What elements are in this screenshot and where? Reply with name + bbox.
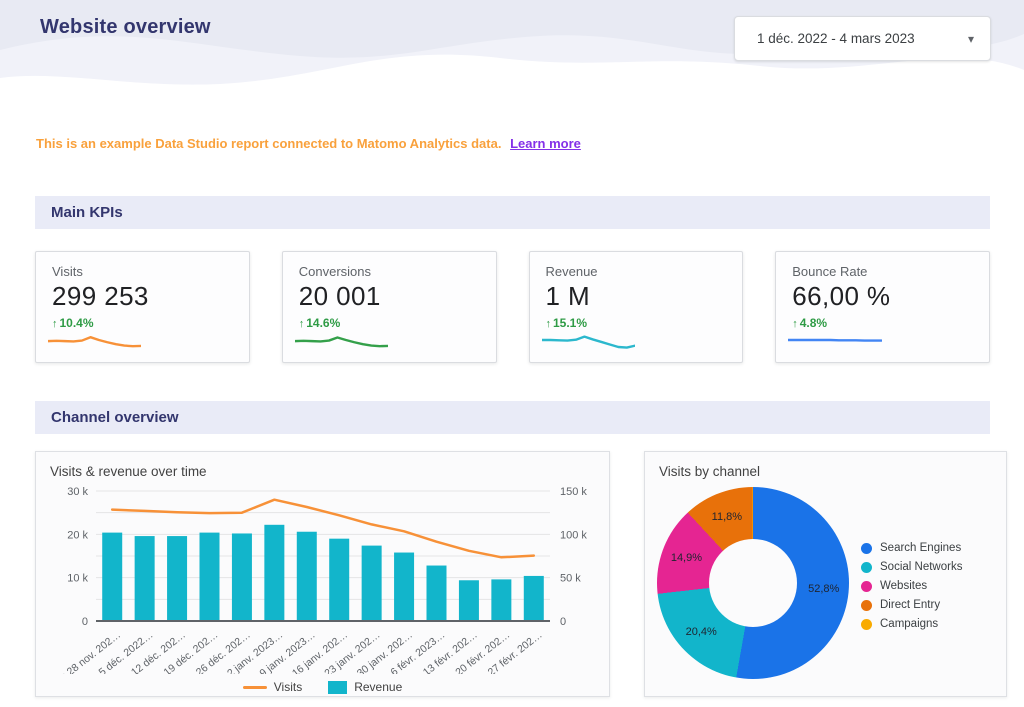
revenue-bar (329, 539, 349, 621)
donut-legend-label: Search Engines (880, 542, 961, 554)
revenue-bar (297, 532, 317, 621)
kpi-sparkline (48, 326, 141, 354)
donut-slice-label: 20,4% (686, 626, 717, 638)
revenue-bar (394, 553, 414, 621)
legend-label: Visits (274, 680, 302, 694)
kpi-sparkline (788, 326, 881, 354)
kpi-card-conversions: Conversions20 001↑14.6% (282, 251, 497, 363)
date-range-picker[interactable]: 1 déc. 2022 - 4 mars 2023 ▾ (734, 16, 991, 61)
donut-chart-title: Visits by channel (659, 464, 992, 479)
legend-dot-icon (861, 619, 872, 630)
donut-legend-label: Websites (880, 580, 927, 592)
bar-swatch-icon (328, 681, 347, 694)
donut-legend-item-direct-entry: Direct Entry (861, 599, 962, 611)
learn-more-link[interactable]: Learn more (510, 136, 581, 151)
notice-banner: This is an example Data Studio report co… (36, 136, 1024, 152)
donut-legend-item-campaigns: Campaigns (861, 618, 962, 630)
donut-legend-label: Direct Entry (880, 599, 940, 611)
donut-slice-label: 14,9% (671, 552, 702, 564)
combo-chart-legend: Visits Revenue (50, 680, 595, 694)
sparkline-path (542, 337, 635, 348)
notice-text: This is an example Data Studio report co… (36, 136, 501, 151)
sparkline-path (788, 340, 881, 341)
donut-slice-label: 11,8% (712, 511, 742, 523)
donut-hole (709, 539, 797, 627)
line-swatch-icon (243, 686, 267, 689)
left-axis-tick: 20 k (67, 529, 88, 541)
legend-label: Revenue (354, 680, 402, 694)
donut-legend-item-social-networks: Social Networks (861, 561, 962, 573)
kpi-label: Visits (52, 264, 233, 279)
legend-dot-icon (861, 600, 872, 611)
left-axis-tick: 0 (82, 616, 88, 628)
dropdown-caret-icon: ▾ (968, 32, 974, 46)
revenue-bar (264, 525, 284, 621)
section-title-main-kpis: Main KPIs (51, 204, 123, 221)
revenue-bar (167, 536, 187, 621)
right-axis-tick: 100 k (560, 529, 587, 541)
left-axis-tick: 30 k (67, 486, 88, 498)
visits-revenue-chart[interactable]: 010 k20 k30 k050 k100 k150 kDu 28 nov. 2… (50, 481, 595, 674)
section-header-channel-overview: Channel overview (35, 401, 990, 434)
revenue-bar (459, 580, 479, 621)
legend-item-revenue: Revenue (328, 680, 402, 694)
revenue-bar (232, 533, 252, 621)
sparkline-path (48, 337, 141, 346)
legend-dot-icon (861, 581, 872, 592)
donut-legend: Search Engines Social Networks Websites Dir… (861, 542, 962, 637)
combo-chart-card: Visits & revenue over time 0 10 k 20 k 30 k… (35, 451, 610, 697)
kpi-sparkline (542, 326, 635, 354)
donut-legend-item-websites: Websites (861, 580, 962, 592)
donut-chart-card: Visits by channel 52,8% 20,4% 14,9% 11,8% S… (644, 451, 1007, 697)
donut-legend-label: Social Networks (880, 561, 962, 573)
page-title: Website overview (40, 16, 211, 39)
kpi-cards-row: Visits299 253↑10.4%Conversions20 001↑14.… (35, 251, 990, 363)
revenue-bar (524, 576, 544, 621)
legend-dot-icon (861, 562, 872, 573)
kpi-value: 66,00 % (792, 281, 973, 312)
date-range-value: 1 déc. 2022 - 4 mars 2023 (757, 31, 915, 46)
report-header: Website overview 1 déc. 2022 - 4 mars 20… (0, 0, 1024, 96)
donut-legend-label: Campaigns (880, 618, 938, 630)
kpi-card-revenue: Revenue1 M↑15.1% (529, 251, 744, 363)
kpi-value: 1 M (546, 281, 727, 312)
revenue-bar (135, 536, 155, 621)
report-page: Website overview 1 déc. 2022 - 4 mars 20… (0, 0, 1024, 697)
legend-dot-icon (861, 543, 872, 554)
kpi-label: Revenue (546, 264, 727, 279)
kpi-sparkline (295, 326, 388, 354)
kpi-label: Conversions (299, 264, 480, 279)
combo-chart-title: Visits & revenue over time (50, 464, 595, 479)
revenue-bar (200, 533, 220, 621)
section-header-main-kpis: Main KPIs (35, 196, 990, 229)
revenue-bar (491, 579, 511, 621)
sparkline-path (295, 337, 388, 346)
charts-row: Visits & revenue over time 0 10 k 20 k 30 k… (35, 451, 1024, 697)
kpi-value: 299 253 (52, 281, 233, 312)
right-axis-tick: 0 (560, 616, 566, 628)
kpi-value: 20 001 (299, 281, 480, 312)
donut-slice-label: 52,8% (808, 583, 839, 595)
section-title-channel-overview: Channel overview (51, 409, 179, 426)
right-axis-tick: 150 k (560, 486, 587, 498)
right-axis-tick: 50 k (560, 573, 581, 585)
revenue-bar (427, 566, 447, 621)
revenue-bar (102, 533, 122, 621)
legend-item-visits: Visits (243, 680, 302, 694)
visits-by-channel-donut[interactable]: 52,8% 20,4% 14,9% 11,8% (657, 487, 849, 679)
revenue-bar (362, 546, 382, 621)
left-axis-tick: 10 k (67, 573, 88, 585)
donut-legend-item-search-engines: Search Engines (861, 542, 962, 554)
kpi-label: Bounce Rate (792, 264, 973, 279)
kpi-card-visits: Visits299 253↑10.4% (35, 251, 250, 363)
kpi-card-bounce-rate: Bounce Rate66,00 %↑4.8% (775, 251, 990, 363)
